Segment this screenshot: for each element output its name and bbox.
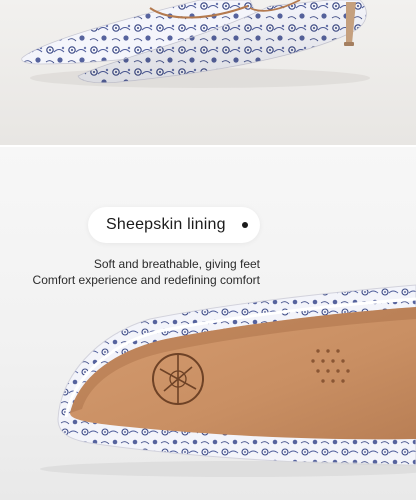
bottom-insole-photo: Sheepskin lining Soft and breathable, gi… <box>0 147 416 500</box>
feature-description-line-2: Comfort experience and redefining comfor… <box>32 273 260 287</box>
feature-title-pill: Sheepskin lining <box>88 207 260 243</box>
bullet-dot-icon <box>242 222 248 228</box>
shoe-photo-insole <box>40 284 416 477</box>
feature-title: Sheepskin lining <box>106 216 226 233</box>
shoe-photo-top <box>21 0 370 88</box>
feature-description-line-1: Soft and breathable, giving feet <box>93 257 260 271</box>
top-shoe-photo <box>0 0 416 145</box>
